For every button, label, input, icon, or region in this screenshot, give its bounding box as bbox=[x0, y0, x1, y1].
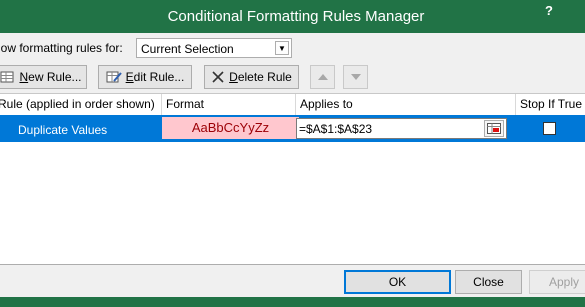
apply-button[interactable]: Apply bbox=[529, 270, 585, 294]
collapse-dialog-button[interactable] bbox=[484, 120, 504, 137]
scope-dropdown[interactable]: Current Selection ▼ bbox=[136, 38, 292, 58]
edit-rule-icon bbox=[106, 71, 122, 83]
new-rule-icon bbox=[0, 71, 14, 83]
header-applies-to[interactable]: Applies to bbox=[296, 94, 516, 115]
applies-to-input[interactable]: =$A$1:$A$23 bbox=[296, 118, 507, 139]
edit-rule-label: Edit Rule... bbox=[125, 70, 185, 84]
chevron-down-icon[interactable]: ▼ bbox=[275, 41, 289, 55]
rule-name: Duplicate Values bbox=[18, 123, 108, 137]
window-title: Conditional Formatting Rules Manager bbox=[167, 8, 425, 25]
move-up-button[interactable] bbox=[310, 65, 335, 89]
new-rule-button[interactable]: New Rule... bbox=[0, 65, 87, 89]
new-rule-label: New Rule... bbox=[19, 70, 82, 84]
delete-icon bbox=[212, 71, 224, 83]
applies-to-value: =$A$1:$A$23 bbox=[299, 122, 373, 136]
stop-if-true-checkbox[interactable] bbox=[543, 122, 556, 135]
move-up-icon bbox=[317, 74, 328, 80]
move-down-button[interactable] bbox=[343, 65, 368, 89]
format-preview: AaBbCcYyZz bbox=[162, 117, 299, 139]
close-button[interactable]: Close bbox=[455, 270, 522, 294]
show-rules-label: how formatting rules for: bbox=[0, 41, 123, 55]
scope-dropdown-value: Current Selection bbox=[141, 42, 234, 56]
range-select-icon bbox=[487, 123, 501, 134]
window-bottom-border bbox=[0, 297, 585, 307]
delete-rule-label: Delete Rule bbox=[229, 70, 292, 84]
rules-table: Rule (applied in order shown) Format App… bbox=[0, 93, 585, 265]
header-format[interactable]: Format bbox=[162, 94, 296, 115]
delete-rule-button[interactable]: Delete Rule bbox=[204, 65, 299, 89]
header-rule[interactable]: Rule (applied in order shown) bbox=[0, 94, 162, 115]
move-down-icon bbox=[350, 74, 361, 80]
edit-rule-button[interactable]: Edit Rule... bbox=[98, 65, 192, 89]
table-row[interactable]: Duplicate Values AaBbCcYyZz =$A$1:$A$23 bbox=[0, 115, 585, 142]
header-stop-if-true[interactable]: Stop If True bbox=[516, 94, 585, 115]
title-bar: Conditional Formatting Rules Manager ? bbox=[0, 0, 585, 33]
ok-button[interactable]: OK bbox=[344, 270, 451, 294]
help-button[interactable]: ? bbox=[545, 3, 553, 18]
